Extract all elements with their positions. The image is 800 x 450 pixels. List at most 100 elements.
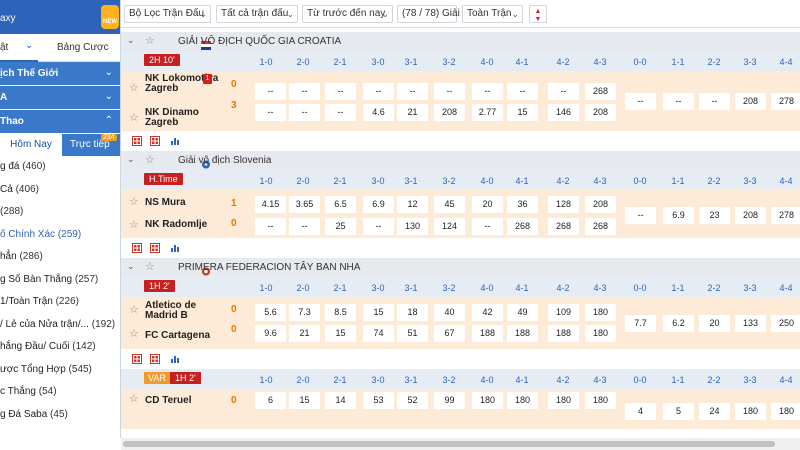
odds-cell[interactable]: 20 [699, 315, 730, 332]
odds-cell[interactable]: 180 [507, 392, 538, 409]
odds-cell[interactable]: -- [255, 83, 286, 100]
odds-cell[interactable]: 67 [434, 325, 465, 342]
chevron-down-icon[interactable]: ⌄ [127, 154, 135, 165]
sidebar-item[interactable]: hẳn (286) [0, 246, 120, 269]
all-matches-select[interactable]: Tất cả trận đấu ⌄ [216, 5, 298, 23]
odds-cell[interactable]: -- [625, 207, 656, 224]
odds-cell[interactable]: 109 [548, 304, 579, 321]
odds-cell[interactable]: 25 [325, 218, 356, 235]
odds-cell[interactable]: 4.15 [255, 196, 286, 213]
odds-cell[interactable]: 188 [548, 325, 579, 342]
odds-cell[interactable]: 23 [699, 207, 730, 224]
star-icon[interactable]: ☆ [145, 153, 155, 166]
odds-cell[interactable]: 278 [771, 207, 800, 224]
odds-cell[interactable]: 6 [255, 392, 286, 409]
league-count-button[interactable]: (78 / 78) Giải [397, 5, 460, 23]
odds-cell[interactable]: -- [434, 83, 465, 100]
star-icon[interactable]: ☆ [129, 303, 139, 316]
odds-cell[interactable]: -- [397, 83, 428, 100]
odds-cell[interactable]: 21 [397, 104, 428, 121]
odds-cell[interactable]: 74 [363, 325, 394, 342]
odds-cell[interactable]: 8.5 [325, 304, 356, 321]
league-header[interactable]: ⌄ ☆ PRIMERA FEDERACION TÂY BAN NHA [121, 258, 800, 277]
odds-cell[interactable]: 99 [434, 392, 465, 409]
league-header[interactable]: ⌄ ☆ Giải vô địch Slovenia [121, 151, 800, 170]
odds-cell[interactable]: 15 [289, 392, 320, 409]
star-icon[interactable]: ☆ [129, 111, 139, 124]
odds-cell[interactable]: 180 [548, 392, 579, 409]
sidebar-item[interactable]: g Đá Saba (45) [0, 404, 120, 427]
sidebar-item[interactable]: ược Tổng Hợp (545) [0, 359, 120, 382]
odds-cell[interactable]: 15 [507, 104, 538, 121]
odds-cell[interactable]: 53 [363, 392, 394, 409]
odds-cell[interactable]: 21 [289, 325, 320, 342]
bar-chart-icon[interactable] [170, 136, 180, 147]
sidebar-item-active[interactable]: ố Chính Xác (259) [0, 224, 120, 247]
stats-grid-icon[interactable] [132, 243, 142, 254]
odds-cell[interactable]: 49 [507, 304, 538, 321]
odds-cell[interactable]: 250 [771, 315, 800, 332]
league-header[interactable]: ⌄ ☆ GIẢI VÔ ĐỊCH QUỐC GIA CROATIA [121, 32, 800, 51]
sidebar-item[interactable]: (288) [0, 201, 120, 224]
odds-cell[interactable]: 18 [397, 304, 428, 321]
chevron-down-icon[interactable]: ⌄ [25, 40, 33, 51]
full-match-select[interactable]: Toàn Trận ⌄ [462, 5, 523, 23]
odds-cell[interactable]: 208 [735, 93, 766, 110]
odds-cell[interactable]: 14 [325, 392, 356, 409]
odds-cell[interactable]: 2.77 [472, 104, 503, 121]
horizontal-scrollbar[interactable] [121, 438, 800, 450]
odds-cell[interactable]: 130 [397, 218, 428, 235]
odds-cell[interactable]: 3.65 [289, 196, 320, 213]
odds-cell[interactable]: 6.9 [663, 207, 694, 224]
odds-cell[interactable]: 208 [585, 104, 616, 121]
star-icon[interactable]: ☆ [129, 195, 139, 208]
odds-cell[interactable]: -- [255, 218, 286, 235]
odds-cell[interactable]: 24 [699, 403, 730, 420]
sidebar-section-sports[interactable]: Thao ⌃ [0, 110, 120, 134]
language-select[interactable]: ật [0, 42, 38, 62]
sidebar-item[interactable]: hắng Đầu/ Cuối (142) [0, 336, 120, 359]
odds-cell[interactable]: 5 [663, 403, 694, 420]
odds-cell[interactable]: 6.5 [325, 196, 356, 213]
odds-cell[interactable]: 268 [548, 218, 579, 235]
tab-today[interactable]: Hôm Nay [0, 134, 62, 156]
grid-icon[interactable] [150, 354, 160, 365]
odds-cell[interactable]: 36 [507, 196, 538, 213]
sidebar-section-a[interactable]: A ⌄ [0, 86, 120, 110]
odds-cell[interactable]: 188 [472, 325, 503, 342]
sidebar-item[interactable]: c Thắng (54) [0, 381, 120, 404]
grid-icon[interactable] [150, 136, 160, 147]
odds-cell[interactable]: 51 [397, 325, 428, 342]
odds-cell[interactable]: 40 [434, 304, 465, 321]
odds-cell[interactable]: 268 [585, 218, 616, 235]
stats-grid-icon[interactable] [132, 354, 142, 365]
odds-cell[interactable]: 52 [397, 392, 428, 409]
odds-cell[interactable]: -- [289, 218, 320, 235]
odds-cell[interactable]: -- [472, 218, 503, 235]
odds-cell[interactable]: 188 [507, 325, 538, 342]
odds-cell[interactable]: -- [325, 83, 356, 100]
sidebar-section-world[interactable]: ịch Thế Giới ⌄ [0, 62, 120, 86]
odds-cell[interactable]: 4.6 [363, 104, 394, 121]
star-icon[interactable]: ☆ [129, 392, 139, 405]
odds-cell[interactable]: 180 [771, 403, 800, 420]
star-icon[interactable]: ☆ [129, 218, 139, 231]
odds-cell[interactable]: 7.7 [625, 315, 656, 332]
odds-cell[interactable]: 15 [363, 304, 394, 321]
odds-cell[interactable]: -- [507, 83, 538, 100]
chevron-down-icon[interactable]: ⌄ [127, 35, 135, 46]
odds-cell[interactable]: -- [289, 83, 320, 100]
sort-icon[interactable]: ▲ ▼ [529, 5, 547, 23]
sidebar-item[interactable]: 1/Toàn Trận (226) [0, 291, 120, 314]
odds-cell[interactable]: 15 [325, 325, 356, 342]
odds-cell[interactable]: 208 [735, 207, 766, 224]
odds-cell[interactable]: 128 [548, 196, 579, 213]
odds-cell[interactable]: 268 [507, 218, 538, 235]
odds-cell[interactable]: 180 [472, 392, 503, 409]
odds-cell[interactable]: 5.6 [255, 304, 286, 321]
odds-cell[interactable]: 12 [397, 196, 428, 213]
star-icon[interactable]: ☆ [129, 81, 139, 94]
stats-grid-icon[interactable] [132, 136, 142, 147]
rocket-new-icon[interactable]: NEW [101, 5, 119, 29]
odds-cell[interactable]: 180 [735, 403, 766, 420]
